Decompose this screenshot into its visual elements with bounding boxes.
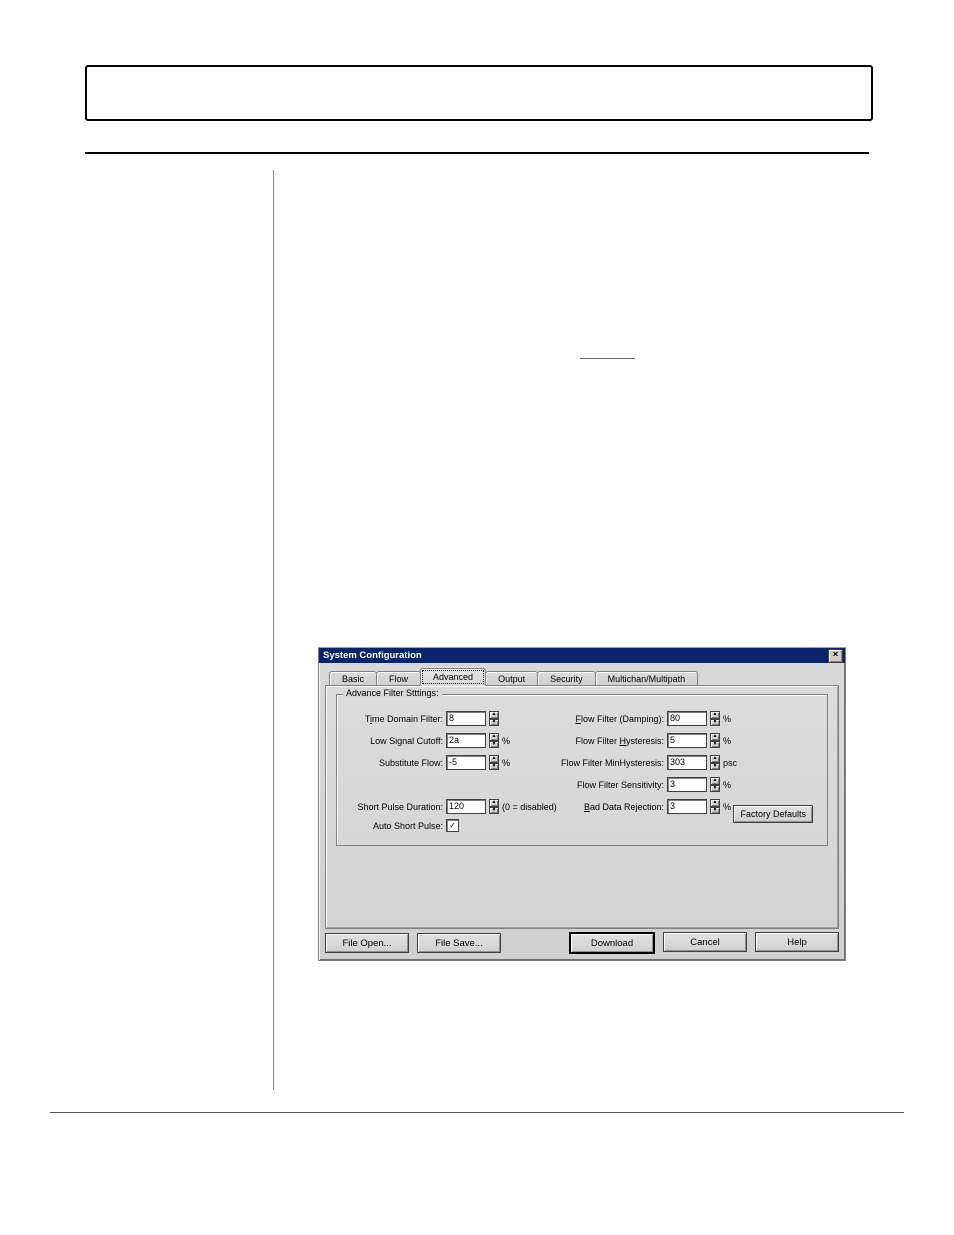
tab-flow[interactable]: Flow (376, 671, 421, 686)
flow-filter-sensitivity-row: Flow Filter Sensitivity: 3 ▲▼ % (549, 777, 731, 792)
tab-strip: Basic Flow Advanced Output Security Mult… (329, 667, 839, 685)
flow-filter-sensitivity-input[interactable]: 3 (667, 777, 707, 792)
dialog-client-area: Basic Flow Advanced Output Security Mult… (319, 663, 845, 960)
flow-filter-hysteresis-label: Flow Filter Hysteresis: (549, 736, 664, 746)
tab-multichan[interactable]: Multichan/Multipath (595, 671, 699, 686)
footer-rule (50, 1112, 904, 1113)
dialog-title: System Configuration (323, 650, 422, 661)
time-domain-filter-row: Time Domain Filter: 8 ▲▼ (357, 711, 499, 726)
flow-filter-sensitivity-label: Flow Filter Sensitivity: (549, 780, 664, 790)
flow-filter-damping-unit: % (723, 714, 731, 724)
tab-security[interactable]: Security (537, 671, 596, 686)
substitute-flow-input[interactable]: -5 (446, 755, 486, 770)
label-text: ysteresis: (626, 736, 664, 746)
label-text: low Filter (Damping): (581, 714, 664, 724)
flow-filter-minhyst-row: Flow Filter MinHysteresis: 303 ▲▼ psc (537, 755, 737, 770)
flow-filter-hysteresis-row: Flow Filter Hysteresis: 5 ▲▼ % (549, 733, 731, 748)
label-text: ad Data Rejection: (590, 802, 664, 812)
text-underline-accent (580, 358, 635, 359)
low-signal-cutoff-input[interactable]: 2a (446, 733, 486, 748)
tab-panel-advanced: Advance Filter Stttings: Time Domain Fil… (325, 685, 839, 929)
flow-filter-minhyst-input[interactable]: 303 (667, 755, 707, 770)
flow-filter-damping-input[interactable]: 80 (667, 711, 707, 726)
factory-defaults-button[interactable]: Factory Defaults (733, 805, 813, 823)
file-open-button[interactable]: File Open... (325, 933, 409, 953)
low-signal-cutoff-label: Low Signal Cutoff: (357, 736, 443, 746)
dialog-titlebar: System Configuration × (319, 648, 845, 663)
bad-data-rejection-row: Bad Data Rejection: 3 ▲▼ % (549, 799, 731, 814)
flow-filter-minhyst-spinner[interactable]: ▲▼ (710, 755, 720, 770)
flow-filter-sensitivity-unit: % (723, 780, 731, 790)
cancel-button[interactable]: Cancel (663, 932, 747, 952)
dialog-button-row: File Open... File Save... Download Cance… (325, 932, 839, 954)
bad-data-rejection-label: Bad Data Rejection: (549, 802, 664, 812)
substitute-flow-spinner[interactable]: ▲▼ (489, 755, 499, 770)
time-domain-filter-label: Time Domain Filter: (357, 714, 443, 724)
time-domain-filter-spinner[interactable]: ▲▼ (489, 711, 499, 726)
tab-basic[interactable]: Basic (329, 671, 377, 686)
system-configuration-dialog: System Configuration × Basic Flow Advanc… (318, 647, 846, 961)
substitute-flow-unit: % (502, 758, 510, 768)
short-pulse-duration-spinner[interactable]: ▲▼ (489, 799, 499, 814)
horizontal-rule (85, 152, 869, 154)
flow-filter-minhyst-label: Flow Filter MinHysteresis: (537, 758, 664, 768)
short-pulse-duration-input[interactable]: 120 (446, 799, 486, 814)
bad-data-rejection-spinner[interactable]: ▲▼ (710, 799, 720, 814)
tab-advanced[interactable]: Advanced (420, 668, 486, 686)
flow-filter-sensitivity-spinner[interactable]: ▲▼ (710, 777, 720, 792)
substitute-flow-label: Substitute Flow: (357, 758, 443, 768)
download-button[interactable]: Download (569, 932, 655, 954)
auto-short-pulse-row: Auto Short Pulse: ✓ (357, 819, 459, 832)
advance-filter-groupbox: Advance Filter Stttings: Time Domain Fil… (336, 694, 828, 846)
substitute-flow-row: Substitute Flow: -5 ▲▼ % (357, 755, 510, 770)
auto-short-pulse-label: Auto Short Pulse: (357, 821, 443, 831)
low-signal-cutoff-row: Low Signal Cutoff: 2a ▲▼ % (357, 733, 510, 748)
flow-filter-minhyst-unit: psc (723, 758, 737, 768)
help-button[interactable]: Help (755, 932, 839, 952)
tab-output[interactable]: Output (485, 671, 538, 686)
flow-filter-hysteresis-input[interactable]: 5 (667, 733, 707, 748)
time-domain-filter-input[interactable]: 8 (446, 711, 486, 726)
flow-filter-hysteresis-unit: % (723, 736, 731, 746)
low-signal-cutoff-spinner[interactable]: ▲▼ (489, 733, 499, 748)
flow-filter-hysteresis-spinner[interactable]: ▲▼ (710, 733, 720, 748)
label-text: me Domain Filter: (372, 714, 443, 724)
short-pulse-duration-row: Short Pulse Duration: 120 ▲▼ (0 = disabl… (341, 799, 557, 814)
flow-filter-damping-label: Flow Filter (Damping): (549, 714, 664, 724)
flow-filter-damping-spinner[interactable]: ▲▼ (710, 711, 720, 726)
low-signal-cutoff-unit: % (502, 736, 510, 746)
header-box (85, 65, 873, 121)
flow-filter-damping-row: Flow Filter (Damping): 80 ▲▼ % (549, 711, 731, 726)
file-save-button[interactable]: File Save... (417, 933, 501, 953)
label-text: Flow Filter (575, 736, 619, 746)
bad-data-rejection-unit: % (723, 802, 731, 812)
short-pulse-duration-label: Short Pulse Duration: (341, 802, 443, 812)
close-button[interactable]: × (828, 649, 843, 663)
column-divider (273, 170, 274, 1090)
bad-data-rejection-input[interactable]: 3 (667, 799, 707, 814)
auto-short-pulse-checkbox[interactable]: ✓ (446, 819, 459, 832)
groupbox-label: Advance Filter Stttings: (343, 688, 442, 698)
